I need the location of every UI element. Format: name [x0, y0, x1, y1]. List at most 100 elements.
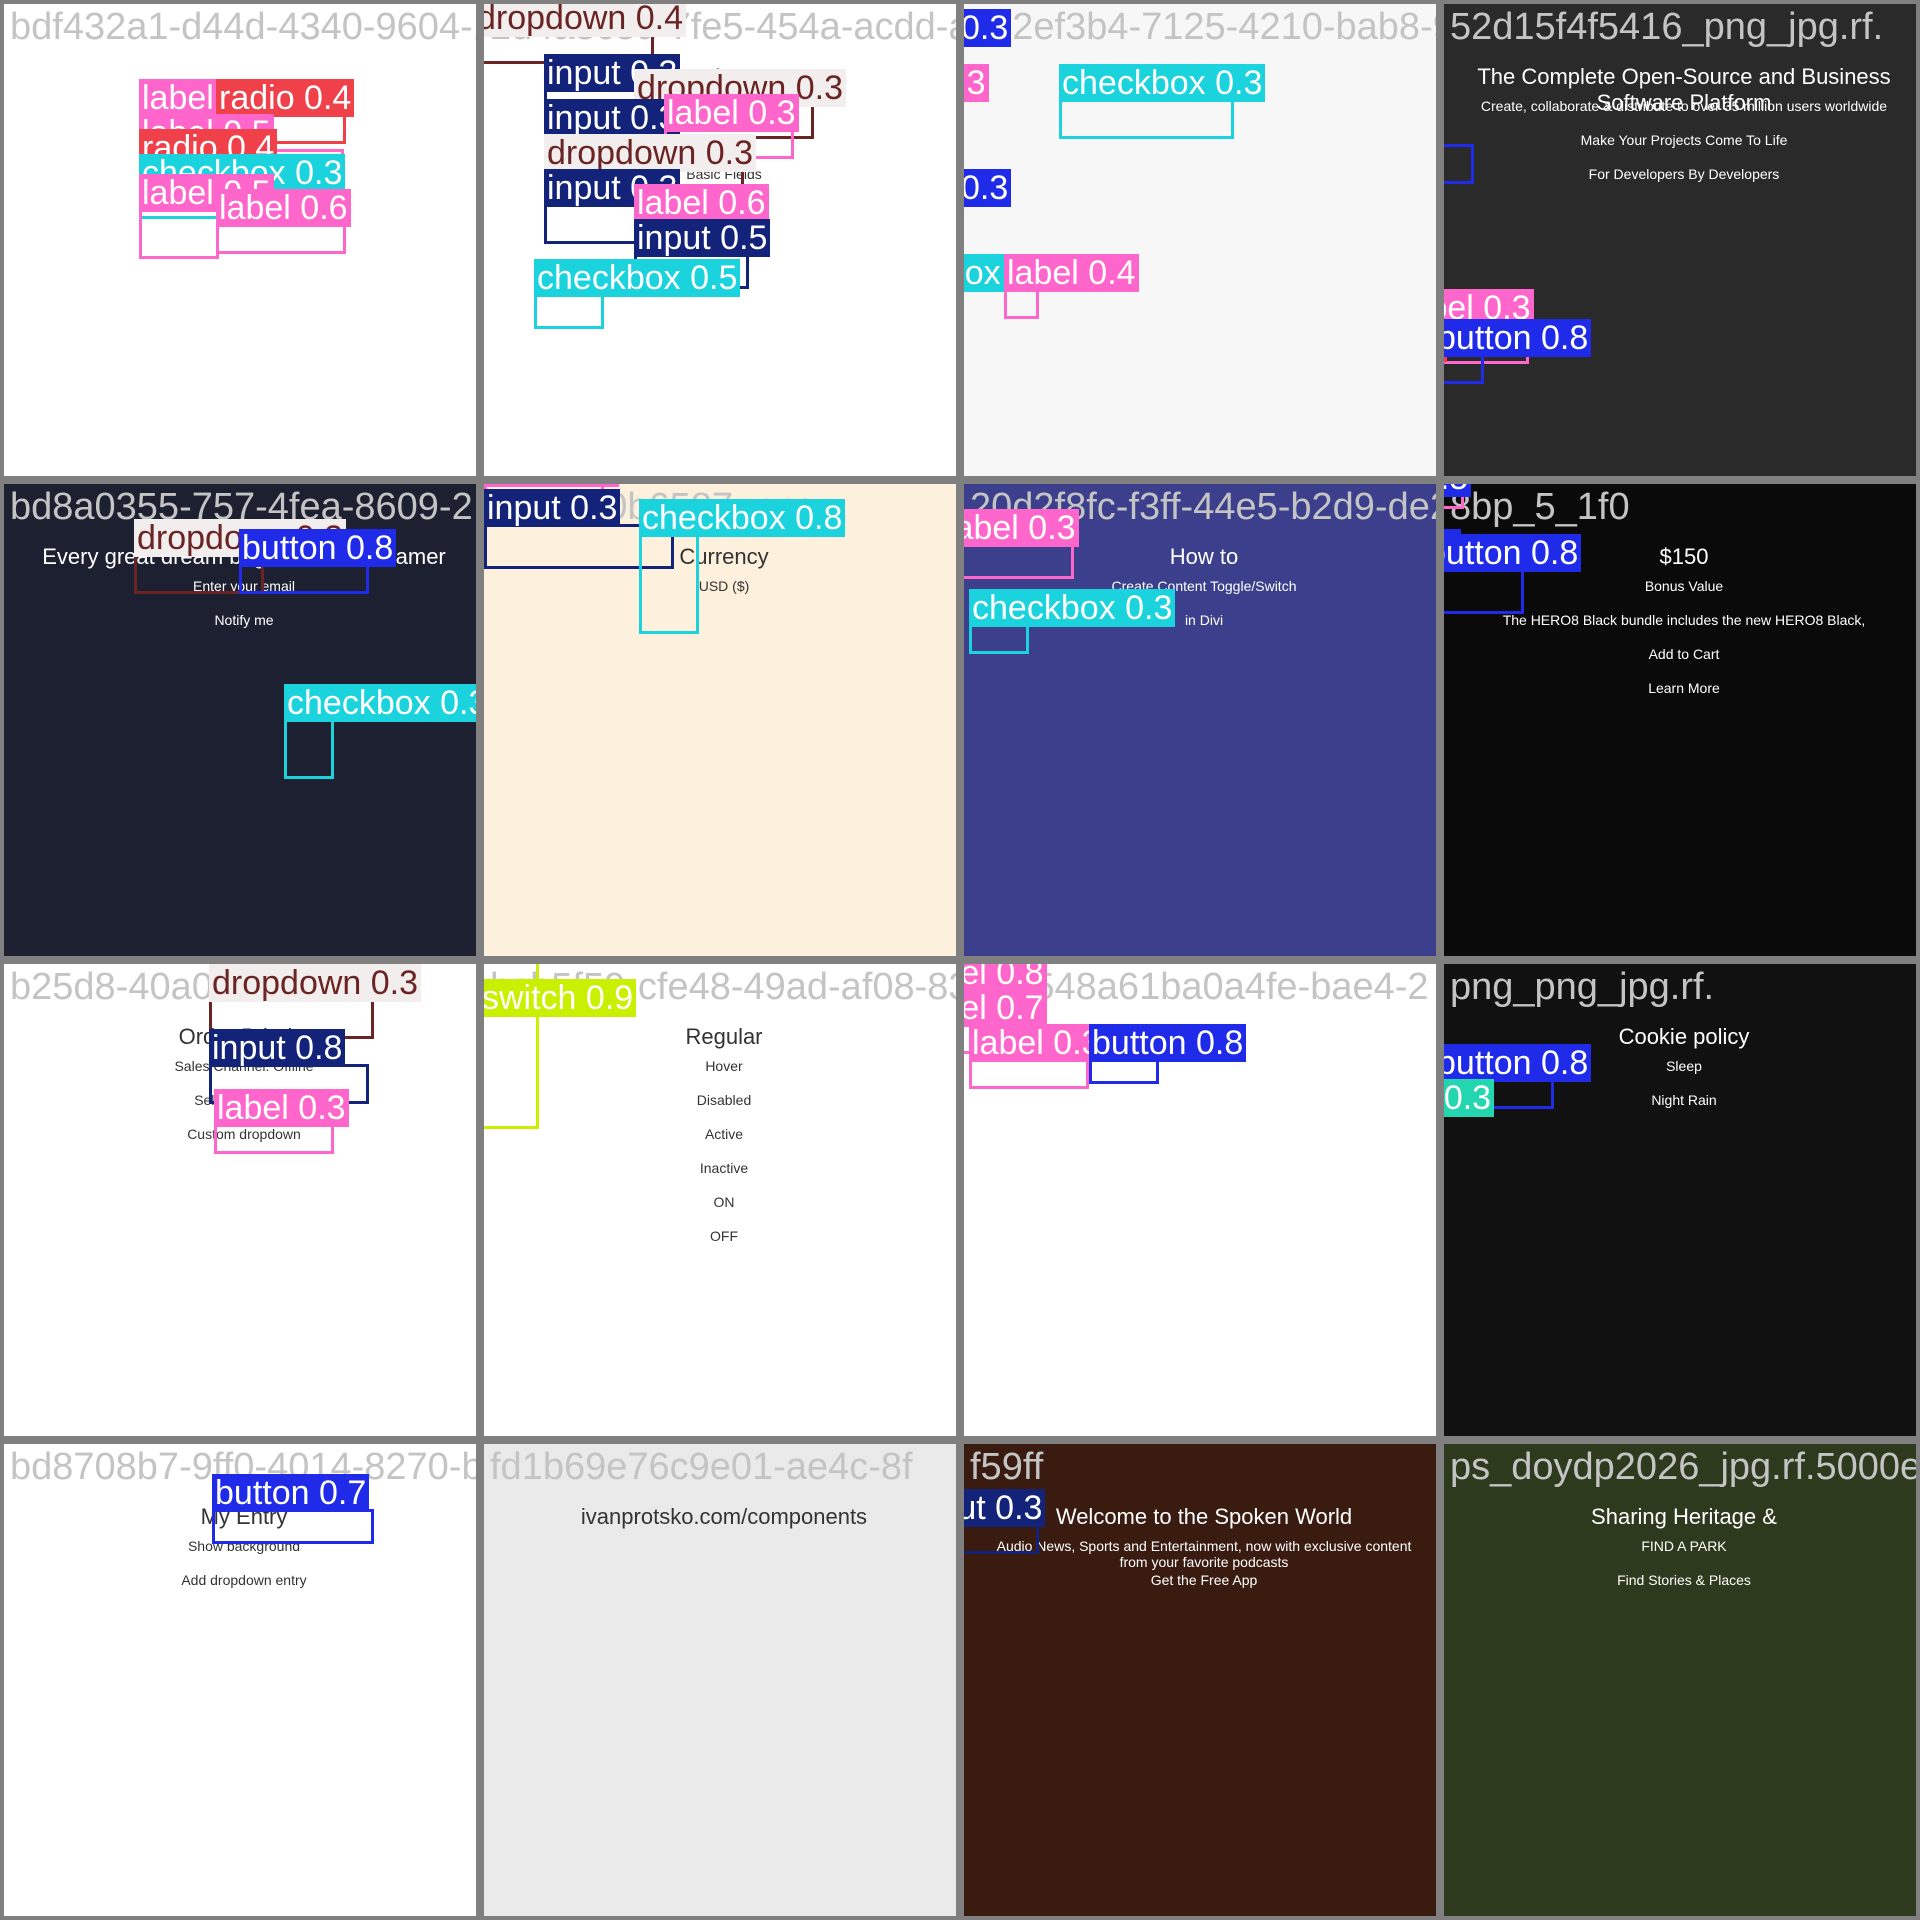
screenshot-tile: 2a3548a61ba0a4fe-bae4-2label 0.3label 0.… [960, 960, 1440, 1440]
detection-tag: button 0.3 [964, 9, 1012, 47]
screenshot-tile: png_png_jpg.rf. Cookie policy Sleep Night R… [1440, 960, 1920, 1440]
tile-filename: ps_doydp2026_jpg.rf.5000eb [1450, 1446, 1920, 1488]
detection-tag: label 0.3 [664, 94, 799, 132]
screenshot-text: Sharing Heritage & [1591, 1504, 1777, 1529]
detection-tag: label 0.3 [964, 64, 989, 102]
screenshot-text: Add dropdown entry [181, 1572, 307, 1588]
screenshot-tile: bdf432a1-d44d-4340-9604-1 label 0.3 radio … [0, 0, 480, 480]
button-detection-box: button 0.4 [1444, 144, 1474, 184]
screenshot-text: Make Your Projects Come To Life [1580, 132, 1788, 148]
screenshot-tile: 52d15f4f5416_png_jpg.rf. The Complete Ope… [1440, 0, 1920, 480]
button-detection-box: button 0.8 [239, 529, 397, 594]
detection-tag: checkbox 0.5 [534, 259, 741, 297]
detection-tag: label 0.3 [484, 484, 619, 487]
screenshot-text: Regular [685, 1024, 763, 1049]
screenshot-tile: ps_doydp2026_jpg.rf.5000eb Sharing Herita… [1440, 1440, 1920, 1920]
detection-tag: input 0.3 [484, 489, 621, 527]
detection-tag: button 0.8 [1444, 1044, 1592, 1082]
screenshot-text: OFF [710, 1228, 738, 1244]
checkbox-detection-box: checkbox 0.3 [284, 684, 476, 779]
button-detection-box: button 0.7 [212, 1474, 374, 1544]
detection-tag: checkbox 0.3 [969, 589, 1176, 627]
detection-tag: switch 0.9 [484, 979, 637, 1017]
label-detection-box: label 0.3 [964, 509, 1079, 579]
screenshot-tile: 2d4a3c8d-7fe5-454a-acdd-aAaDate-TimeRadi… [480, 0, 960, 480]
detection-tag: button 0.8 [1444, 319, 1592, 357]
checkbox-detection-box: checkbox 0.3 [1059, 64, 1266, 139]
screenshot-text: Notify me [214, 612, 274, 628]
checkbox-detection-box: checkbox 0.8 [639, 499, 846, 634]
screenshot-text: Audio News, Sports and Entertainment, no… [996, 1538, 1412, 1570]
label-detection-box: label 0.3 [969, 1024, 1104, 1089]
detection-tag: button 0.8 [1444, 534, 1582, 572]
detection-tag: label 0.6 [634, 184, 769, 222]
detection-tag: icon 0.3 [1444, 1079, 1495, 1117]
screenshot-text: Inactive [699, 1160, 749, 1176]
tile-filename: 9d2ef3b4-7125-4210-bab8-9 [970, 6, 1440, 48]
screenshot-text: Get the Free App [1150, 1572, 1258, 1588]
detection-tag: button 0.7 [212, 1474, 370, 1512]
screenshot-text: ivanprotsko.com/components [580, 1504, 868, 1529]
screenshot-tile: 8bp_5_1f0 $150 Bonus Value The HERO8 Black … [1440, 480, 1920, 960]
checkbox-detection-box: checkbox 0.5 [534, 259, 741, 329]
button-detection-box: button 0.8 [1444, 534, 1582, 614]
screenshot-text: Find Stories & Places [1617, 1572, 1751, 1588]
detection-mosaic: bdf432a1-d44d-4340-9604-1 label 0.3 radio … [0, 0, 1920, 1920]
screenshot-text: Learn More [1648, 680, 1720, 696]
screenshot-tile: bcb5f59-cfe48-49ad-af08-83 Regular Hover Di… [480, 960, 960, 1440]
screenshot-text: FIND A PARK [1641, 1538, 1727, 1554]
screenshot-text: The HERO8 Black bundle includes the new … [1502, 612, 1866, 628]
detection-tag: dropdown 0.3 [209, 964, 422, 1002]
label-detection-box: label 0.4 [1004, 254, 1139, 319]
tile-filename: fd1b69e76c9e01-ae4c-8f [490, 1446, 913, 1488]
detection-tag: input 0.3 [964, 1489, 1046, 1527]
screenshot-text: USD ($) [698, 578, 750, 594]
screenshot-text: Welcome to the Spoken World [1055, 1504, 1353, 1529]
screenshot-tile: b1fd8d0b6587_pngCurrencyUSD ($)label 0.3… [480, 480, 960, 960]
detection-tag: button 0.3 [964, 169, 1012, 207]
tile-filename: png_png_jpg.rf. [1450, 966, 1715, 1008]
screenshot-text: Add to Cart [1648, 646, 1720, 662]
tile-filename: 52d15f4f5416_png_jpg.rf. [1450, 6, 1884, 48]
detection-tag: label 0.7 [964, 989, 1047, 1027]
detection-tag: label 0.3 [214, 1089, 349, 1127]
screenshot-tile: bd8a0355-757-4fea-8609-2 Every great drea… [0, 480, 480, 960]
screenshot-tile: fd1b69e76c9e01-ae4c-8f ivanprotsko.com/co… [480, 1440, 960, 1920]
detection-tag: checkbox 0.8 [639, 499, 846, 537]
tile-filename: f59ff [970, 1446, 1044, 1488]
screenshot-text: Hover [705, 1058, 743, 1074]
button-detection-box: button 0.8 [1444, 319, 1592, 384]
screenshot-text: Disabled [696, 1092, 752, 1108]
detection-tag: button 0.8 [239, 529, 397, 567]
screenshot-tile: 9d2ef3b4-7125-4210-bab8-9button 0.3label… [960, 0, 1440, 480]
detection-tag: input 0.3 [544, 99, 681, 137]
detection-tag: button 0.8 [1089, 1024, 1247, 1062]
screenshot-text: Active [704, 1126, 744, 1142]
screenshot-tile: 20d2f8fc-f3ff-44e5-b2d9-de28 How to Create… [960, 480, 1440, 960]
screenshot-text: ON [713, 1194, 735, 1210]
detection-tag: label 0.3 [964, 509, 1079, 547]
detection-tag: label 0.6 [216, 189, 351, 227]
tile-filename: bdf432a1-d44d-4340-9604-1 [10, 6, 480, 48]
detection-tag: label 0.4 [1004, 254, 1139, 292]
checkbox-detection-box: checkbox 0.3 [969, 589, 1176, 654]
button-detection-box: button 0.8 [1089, 1024, 1247, 1084]
switch-detection-box: switch 0.9 [484, 979, 637, 1129]
input-detection-box: input 0.3 [964, 1489, 1046, 1554]
detection-tag: label 0.8 [964, 964, 1047, 992]
detection-tag: button 0.5 [1444, 484, 1472, 497]
label-detection-box: label 0.5 [139, 174, 274, 259]
screenshot-tile: f59ff Welcome to the Spoken World Audio Ne… [960, 1440, 1440, 1920]
detection-tag: input 0.5 [634, 219, 771, 257]
label-detection-box: label 0.3 [214, 1089, 349, 1154]
screenshot-tile: bd8708b7-9ff0-4014-8270-be My Entry Show b… [0, 1440, 480, 1920]
detection-tag: checkbox 0.3 [1059, 64, 1266, 102]
detection-tag: dropdown 0.3 [544, 134, 757, 172]
screenshot-text: Bonus Value [1644, 578, 1724, 594]
detection-tag: radio 0.4 [216, 79, 355, 117]
screenshot-text: For Developers By Developers [1588, 166, 1780, 182]
detection-tag: label 0.3 [969, 1024, 1104, 1062]
screenshot-tile: b25d8-40a0-a209Order PrioritySales Chann… [0, 960, 480, 1440]
label-detection-box: label 0.6 [216, 189, 351, 254]
detection-tag: dropdown 0.4 [484, 4, 687, 37]
